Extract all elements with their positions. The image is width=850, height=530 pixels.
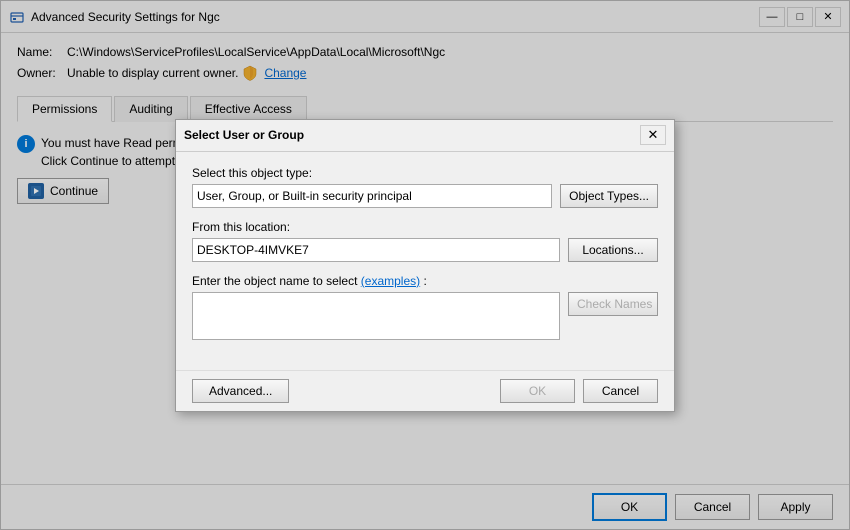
advanced-button[interactable]: Advanced... [192, 379, 289, 403]
locations-button[interactable]: Locations... [568, 238, 658, 262]
location-row: Locations... [192, 238, 658, 262]
check-names-button[interactable]: Check Names [568, 292, 658, 316]
dialog-close-button[interactable]: ✕ [640, 125, 666, 145]
object-type-input[interactable] [192, 184, 552, 208]
object-name-label: Enter the object name to select (example… [192, 274, 658, 288]
object-name-input[interactable] [192, 292, 560, 340]
object-types-button[interactable]: Object Types... [560, 184, 658, 208]
location-input[interactable] [192, 238, 560, 262]
object-type-label: Select this object type: [192, 166, 658, 180]
examples-link[interactable]: (examples) [361, 274, 420, 288]
dialog-title: Select User or Group [184, 128, 640, 142]
object-type-row: Object Types... [192, 184, 658, 208]
location-label: From this location: [192, 220, 658, 234]
dialog-cancel-button[interactable]: Cancel [583, 379, 658, 403]
select-user-dialog: Select User or Group ✕ Select this objec… [175, 119, 675, 412]
dialog-title-bar: Select User or Group ✕ [176, 120, 674, 152]
modal-overlay: Select User or Group ✕ Select this objec… [1, 1, 849, 529]
main-window: Advanced Security Settings for Ngc — □ ✕… [0, 0, 850, 530]
dialog-body: Select this object type: Object Types...… [176, 152, 674, 370]
dialog-footer: Advanced... OK Cancel [176, 370, 674, 411]
dialog-ok-button[interactable]: OK [500, 379, 575, 403]
